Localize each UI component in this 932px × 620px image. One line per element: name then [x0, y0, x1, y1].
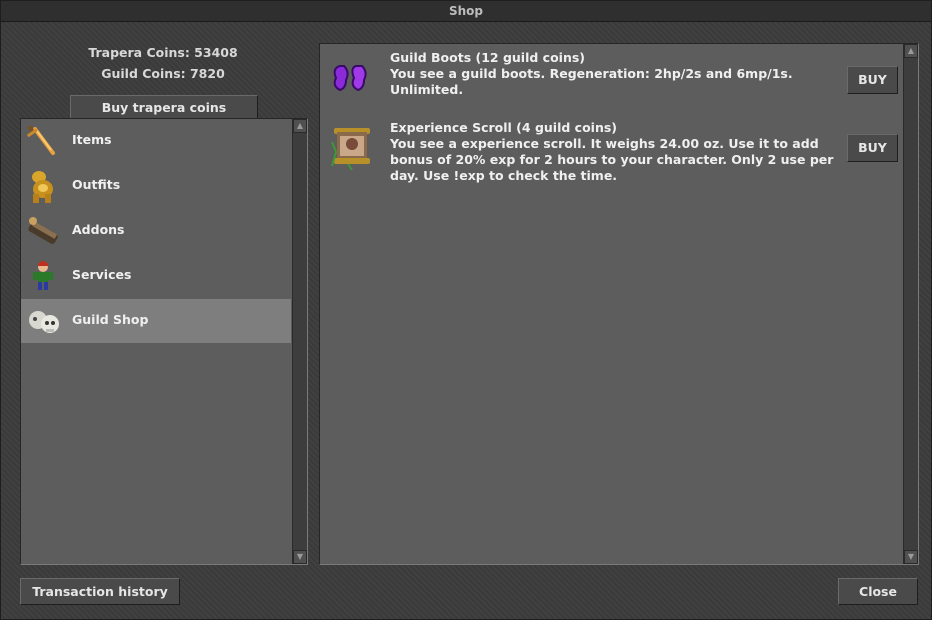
offer-list: Guild Boots (12 guild coins) You see a g…: [319, 43, 919, 565]
offer-experience-scroll: Experience Scroll (4 guild coins) You se…: [320, 120, 904, 190]
scroll-up-icon[interactable]: ▲: [293, 119, 307, 133]
sword-icon: [26, 125, 55, 155]
category-list: Items Outfits Addons Services Guild Shop…: [20, 118, 308, 565]
scroll-down-icon[interactable]: ▼: [904, 550, 918, 564]
golden-armor-icon: [32, 171, 53, 203]
skulls-icon: [29, 311, 59, 333]
category-scrollbar[interactable]: ▲ ▼: [292, 119, 307, 564]
guild-coins-balance: Guild Coins: 7820: [101, 66, 225, 81]
character-icon: [33, 261, 53, 290]
trapera-coins-balance: Trapera Coins: 53408: [88, 45, 238, 60]
shop-window: Shop Trapera Coins: 53408 Guild Coins: 7…: [0, 0, 932, 620]
offer-scrollbar[interactable]: ▲ ▼: [903, 44, 918, 564]
offer-description: You see a guild boots. Regeneration: 2hp…: [390, 66, 793, 97]
category-label: Addons: [72, 222, 125, 237]
buy-button[interactable]: BUY: [847, 134, 898, 162]
category-outfits[interactable]: Outfits: [21, 164, 291, 208]
scroll-up-icon[interactable]: ▲: [904, 44, 918, 58]
buy-button[interactable]: BUY: [847, 66, 898, 94]
offer-guild-boots: Guild Boots (12 guild coins) You see a g…: [320, 50, 904, 108]
category-items[interactable]: Items: [21, 119, 291, 163]
category-label: Guild Shop: [72, 312, 149, 327]
category-services[interactable]: Services: [21, 254, 291, 298]
cannon-addon-icon: [28, 217, 58, 244]
window-title: Shop: [1, 1, 931, 22]
transaction-history-button[interactable]: Transaction history: [20, 578, 180, 605]
offer-name: Experience Scroll (4 guild coins): [390, 120, 617, 135]
purple-boots-icon: [333, 65, 367, 92]
category-label: Services: [72, 267, 132, 282]
offer-name: Guild Boots (12 guild coins): [390, 50, 586, 65]
category-addons[interactable]: Addons: [21, 209, 291, 253]
category-label: Items: [72, 132, 112, 147]
offer-description: You see a experience scroll. It weighs 2…: [390, 136, 834, 183]
scroll-icon: [331, 128, 370, 170]
category-guild-shop[interactable]: Guild Shop: [21, 299, 291, 343]
buy-trapera-coins-button[interactable]: Buy trapera coins: [70, 95, 258, 119]
scroll-down-icon[interactable]: ▼: [293, 550, 307, 564]
category-label: Outfits: [72, 177, 121, 192]
close-button[interactable]: Close: [838, 578, 918, 605]
